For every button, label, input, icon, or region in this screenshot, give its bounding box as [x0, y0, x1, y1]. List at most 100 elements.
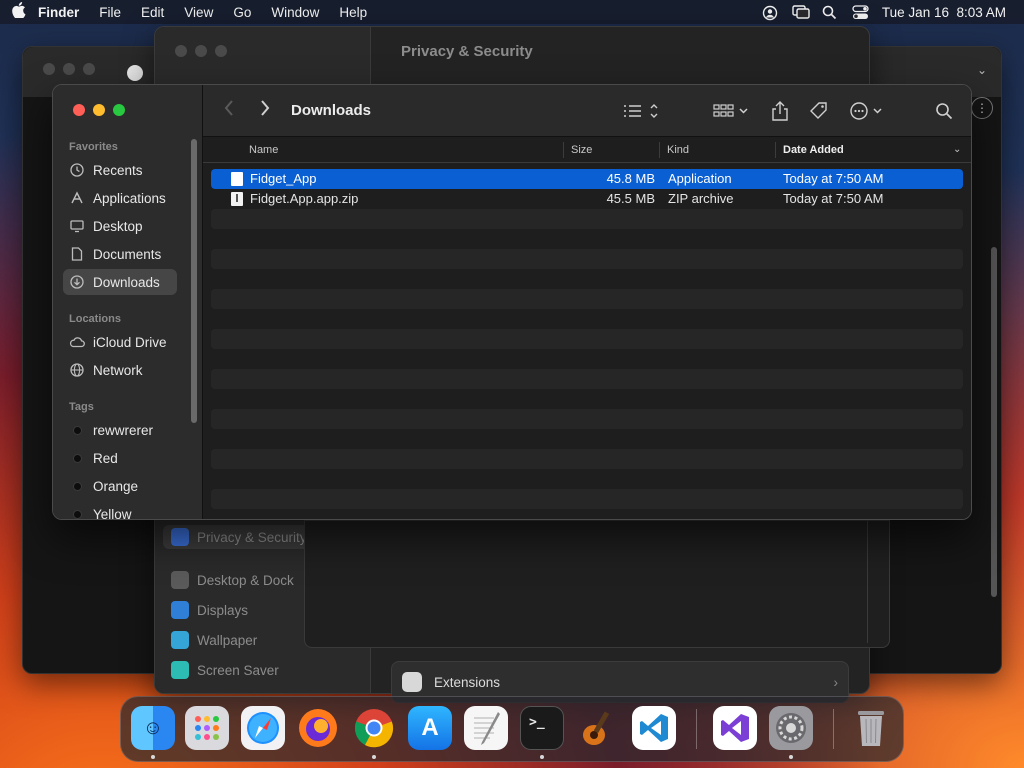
sidebar-item-icloud-drive[interactable]: iCloud Drive	[63, 329, 177, 355]
textedit-icon[interactable]	[464, 706, 508, 750]
menu-window[interactable]: Window	[271, 5, 319, 20]
window-minimize-button[interactable]	[195, 45, 207, 57]
column-divider[interactable]	[659, 142, 660, 158]
finder-window[interactable]: Favorites Recents Applications Desktop D…	[52, 84, 972, 520]
empty-row	[211, 469, 963, 489]
empty-row	[211, 329, 963, 349]
extensions-label: Extensions	[434, 674, 501, 690]
menu-edit[interactable]: Edit	[141, 5, 164, 20]
sidebar-tag-red[interactable]: Red	[63, 445, 177, 471]
file-name: Fidget.App.app.zip	[250, 191, 359, 206]
empty-row	[211, 269, 963, 289]
terminal-icon[interactable]: >_	[520, 706, 564, 750]
window-close-button[interactable]	[43, 63, 55, 75]
finder-icon[interactable]: ☺	[131, 706, 175, 750]
sidebar-tag-rewwrerer[interactable]: rewwrerer	[63, 417, 177, 443]
vscode-icon[interactable]	[632, 706, 676, 750]
download-icon	[69, 274, 85, 290]
finder-content: Downloads Name Size Kind Date Added ⌄ Fi…	[203, 85, 971, 519]
app-store-icon[interactable]: A	[408, 706, 452, 750]
settings-item-label: Desktop & Dock	[197, 572, 294, 588]
extensions-icon	[402, 672, 422, 692]
sheet-divider	[867, 521, 889, 643]
tags-button[interactable]	[809, 99, 829, 123]
search-button[interactable]	[935, 99, 953, 123]
column-date-added[interactable]: Date Added	[783, 137, 844, 163]
sidebar-item-recents[interactable]: Recents	[63, 157, 177, 183]
column-kind[interactable]: Kind	[667, 137, 689, 163]
settings-item-displays[interactable]: Displays	[171, 598, 248, 622]
chrome-icon[interactable]	[352, 706, 396, 750]
menu-help[interactable]: Help	[339, 5, 367, 20]
forward-button[interactable]	[259, 99, 271, 123]
settings-item-desktop-dock[interactable]: Desktop & Dock	[171, 568, 294, 592]
user-switch-icon[interactable]	[762, 5, 778, 21]
menu-file[interactable]: File	[99, 5, 121, 20]
empty-row	[211, 249, 963, 269]
sidebar-item-documents[interactable]: Documents	[63, 241, 177, 267]
menu-view[interactable]: View	[184, 5, 213, 20]
share-button[interactable]	[771, 99, 789, 123]
empty-row	[211, 349, 963, 369]
column-divider[interactable]	[563, 142, 564, 158]
firefox-icon[interactable]	[296, 706, 340, 750]
sidebar-item-applications[interactable]: Applications	[63, 185, 177, 211]
scrollbar[interactable]	[991, 247, 997, 597]
settings-item-screen-saver[interactable]: Screen Saver	[171, 658, 279, 682]
control-center-icon[interactable]	[852, 5, 869, 19]
menu-clock[interactable]: Tue Jan 16 8:03 AM	[882, 5, 1006, 20]
sort-chevron-icon[interactable]: ⌄	[953, 137, 961, 163]
file-row[interactable]: Fidget_App 45.8 MB Application Today at …	[211, 169, 963, 189]
sidebar-item-desktop[interactable]: Desktop	[63, 213, 177, 239]
tags-section-label: Tags	[69, 401, 94, 413]
displays-icon	[171, 601, 189, 619]
file-kind: ZIP archive	[668, 191, 734, 206]
sidebar-item-network[interactable]: Network	[63, 357, 177, 383]
spotlight-icon[interactable]	[822, 5, 838, 20]
settings-item-wallpaper[interactable]: Wallpaper	[171, 628, 257, 652]
column-size[interactable]: Size	[571, 137, 592, 163]
more-options-icon[interactable]: ⋮	[971, 97, 993, 119]
sidebar-scrollbar[interactable]	[191, 139, 197, 423]
apple-menu-icon[interactable]	[0, 1, 38, 23]
sidebar-tag-orange[interactable]: Orange	[63, 473, 177, 499]
hand-icon	[171, 528, 189, 546]
visual-studio-icon[interactable]	[713, 706, 757, 750]
menu-go[interactable]: Go	[233, 5, 251, 20]
garageband-icon[interactable]	[576, 706, 620, 750]
window-zoom-button[interactable]	[215, 45, 227, 57]
view-options-button[interactable]	[623, 99, 661, 123]
launchpad-icon[interactable]	[185, 706, 229, 750]
close-button[interactable]	[73, 104, 85, 116]
more-actions-button[interactable]	[849, 99, 885, 123]
trash-icon[interactable]	[849, 706, 893, 750]
minimize-button[interactable]	[93, 104, 105, 116]
settings-window-title: Privacy & Security	[401, 43, 533, 60]
menu-app-name[interactable]: Finder	[38, 5, 79, 20]
group-by-button[interactable]	[713, 99, 751, 123]
sidebar-item-downloads[interactable]: Downloads	[63, 269, 177, 295]
back-button[interactable]	[223, 99, 235, 123]
chevron-right-icon: ›	[833, 674, 839, 690]
search-icon	[936, 103, 953, 120]
tag-dot-icon	[73, 453, 82, 463]
column-divider[interactable]	[775, 142, 776, 158]
column-name[interactable]: Name	[249, 137, 278, 163]
zoom-button[interactable]	[113, 104, 125, 116]
status-area: Tue Jan 16 8:03 AM	[762, 0, 1006, 24]
window-zoom-button[interactable]	[83, 63, 95, 75]
safari-icon[interactable]	[241, 706, 285, 750]
sidebar-tag-yellow[interactable]: Yellow	[63, 501, 177, 519]
file-date-added: Today at 7:50 AM	[783, 171, 884, 186]
screen-mirroring-icon[interactable]	[792, 5, 810, 19]
window-close-button[interactable]	[175, 45, 187, 57]
empty-row	[211, 389, 963, 409]
settings-item-label: Displays	[197, 602, 249, 618]
system-settings-icon[interactable]	[769, 706, 813, 750]
file-row[interactable]: Fidget.App.app.zip 45.5 MB ZIP archive T…	[211, 189, 963, 209]
sidebar-item-label: Orange	[93, 478, 139, 494]
chevron-down-icon[interactable]: ⌄	[977, 63, 987, 77]
settings-item-label: Screen Saver	[197, 662, 279, 678]
window-minimize-button[interactable]	[63, 63, 75, 75]
folder-title: Downloads	[291, 102, 372, 119]
